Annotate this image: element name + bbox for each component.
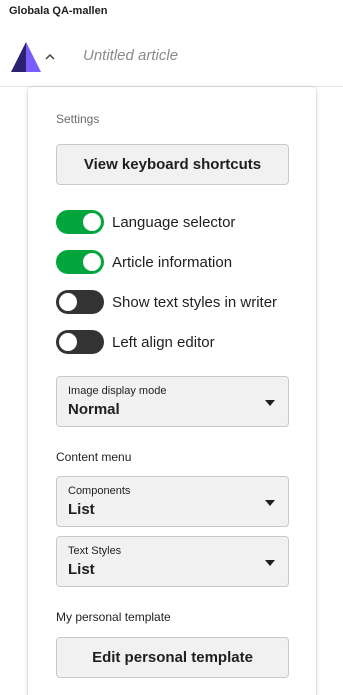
toggle-label: Left align editor <box>112 333 215 351</box>
settings-heading: Settings <box>56 112 100 126</box>
caret-down-icon <box>265 400 275 406</box>
org-name: Globala QA-mallen <box>9 5 108 17</box>
toggle-label: Article information <box>112 253 233 271</box>
select-label: Image display mode <box>68 385 167 397</box>
caret-down-icon <box>265 560 275 566</box>
left-align-editor-toggle[interactable] <box>56 330 104 354</box>
toggle-row-article-information[interactable]: Article information <box>56 250 232 274</box>
image-display-mode-select[interactable]: Image display mode Normal <box>56 376 289 427</box>
settings-menu-panel: Settings View keyboard shortcuts Languag… <box>28 87 316 695</box>
toggle-knob <box>59 293 77 311</box>
edit-personal-template-button[interactable]: Edit personal template <box>56 637 289 678</box>
select-value: List <box>68 501 95 518</box>
toggle-label: Language selector <box>112 213 236 231</box>
language-selector-toggle[interactable] <box>56 210 104 234</box>
toggle-row-language-selector[interactable]: Language selector <box>56 210 235 234</box>
toggle-row-left-align-editor[interactable]: Left align editor <box>56 330 215 354</box>
components-select[interactable]: Components List <box>56 476 289 527</box>
show-text-styles-toggle[interactable] <box>56 290 104 314</box>
triangle-logo-icon <box>11 42 41 72</box>
toggle-knob <box>83 213 101 231</box>
document-title[interactable]: Untitled article <box>83 47 178 64</box>
text-styles-select[interactable]: Text Styles List <box>56 536 289 587</box>
toggle-row-show-text-styles[interactable]: Show text styles in writer <box>56 290 277 314</box>
select-value: List <box>68 561 95 578</box>
select-label: Components <box>68 485 131 497</box>
toggle-knob <box>59 333 77 351</box>
chevron-up-icon <box>45 53 55 60</box>
toggle-label: Show text styles in writer <box>112 293 278 311</box>
toggle-knob <box>83 253 101 271</box>
article-information-toggle[interactable] <box>56 250 104 274</box>
caret-down-icon <box>265 500 275 506</box>
view-keyboard-shortcuts-button[interactable]: View keyboard shortcuts <box>56 144 289 185</box>
logo-menu-button[interactable] <box>10 40 58 74</box>
content-menu-heading: Content menu <box>56 450 132 464</box>
select-label: Text Styles <box>68 545 122 557</box>
personal-template-heading: My personal template <box>56 610 171 624</box>
select-value: Normal <box>68 401 120 418</box>
